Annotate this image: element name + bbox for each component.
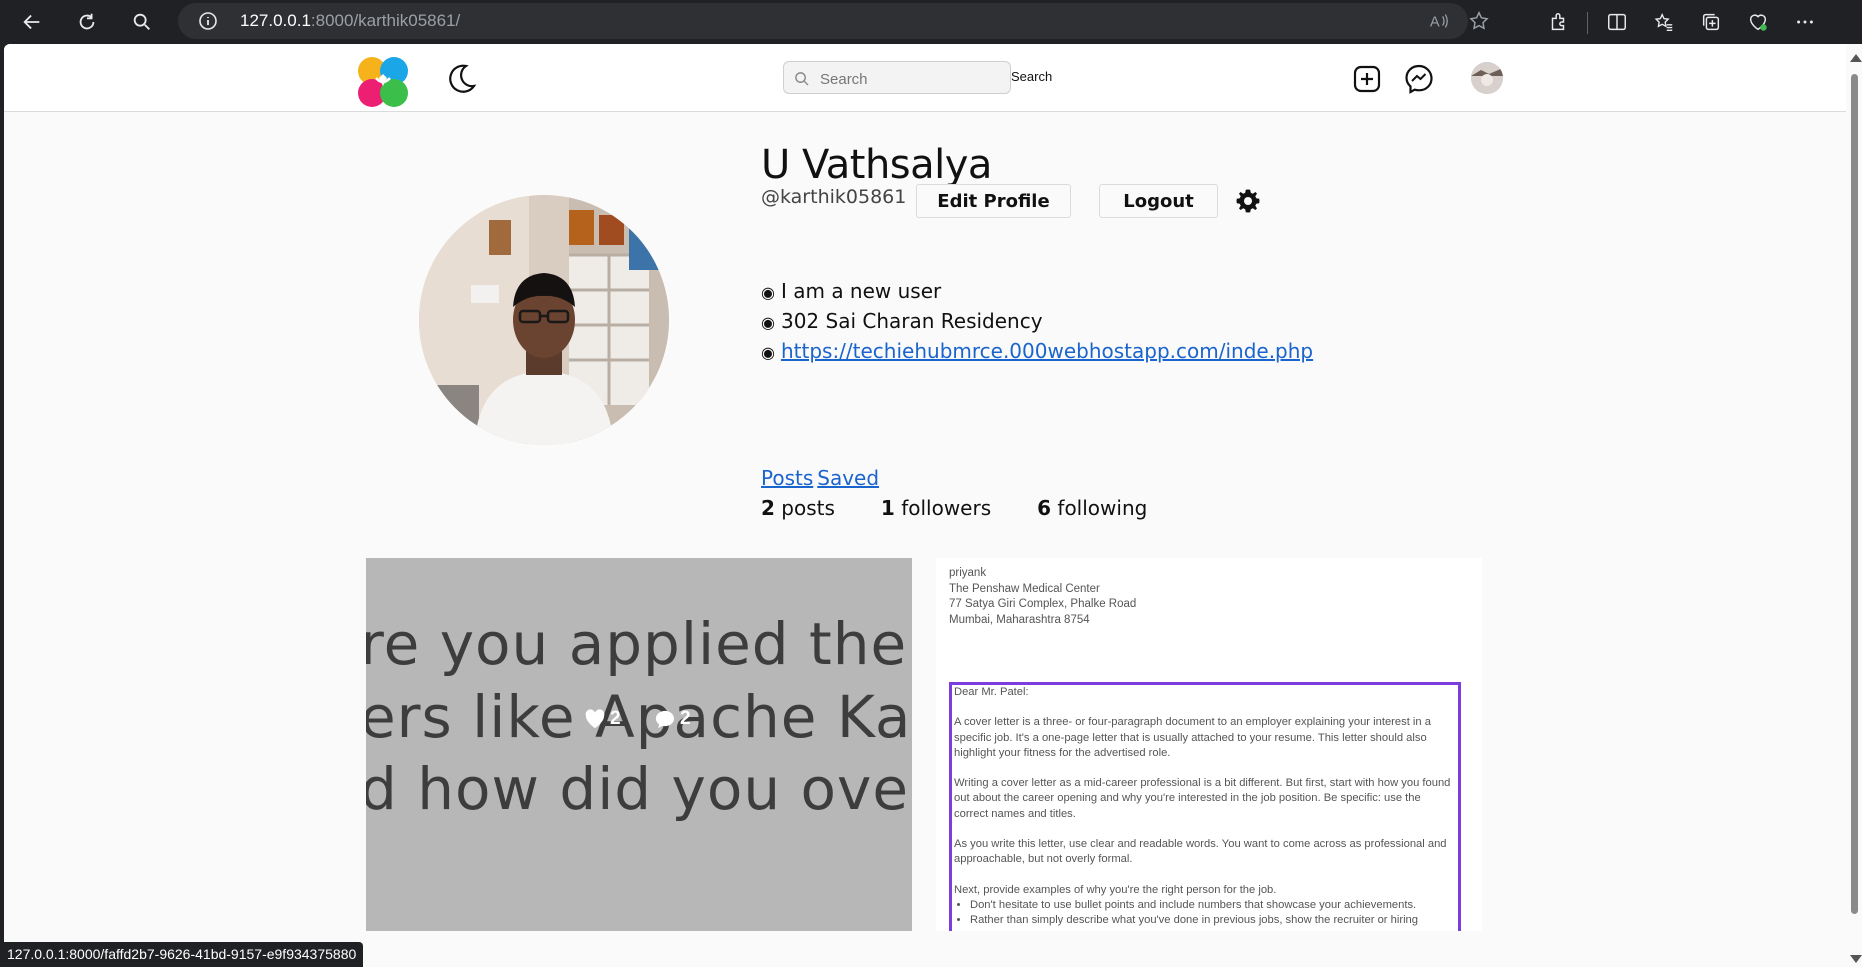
- moon-icon[interactable]: [444, 62, 478, 96]
- scrollbar[interactable]: [1846, 44, 1862, 967]
- profile-handle: @karthik05861: [761, 186, 907, 208]
- post-text-line: re you applied the p: [366, 610, 912, 678]
- letter-salutation: Dear Mr. Patel:: [954, 686, 1029, 698]
- bullet-icon: ◉: [761, 313, 775, 332]
- site-navbar: Search: [4, 44, 1846, 112]
- search-input[interactable]: [818, 66, 1007, 92]
- svg-text:A: A: [1430, 15, 1440, 31]
- posts-count-label: posts: [781, 496, 835, 520]
- following-count-label: following: [1057, 496, 1148, 520]
- url-host: 127.0.0.1: [240, 11, 311, 30]
- post-comments: 2: [654, 708, 691, 730]
- letter-bullets: Don't hesitate to use bullet points and …: [954, 898, 1456, 931]
- split-screen-icon[interactable]: [1604, 9, 1630, 35]
- read-aloud-icon[interactable]: A: [1428, 10, 1450, 32]
- followers-count[interactable]: 1 followers: [881, 496, 991, 520]
- reload-icon[interactable]: [74, 9, 100, 35]
- bullet-icon: ◉: [761, 343, 775, 362]
- messenger-icon[interactable]: [1403, 63, 1435, 95]
- favorites-icon[interactable]: [1651, 9, 1677, 35]
- comment-icon: [655, 710, 675, 729]
- letter-paragraph: As you write this letter, use clear and …: [954, 838, 1447, 866]
- page-viewport: Search Search U Vathsalya @karthik05861 …: [4, 44, 1846, 967]
- scroll-up-icon[interactable]: [1850, 54, 1862, 62]
- comments-count: 2: [680, 708, 691, 729]
- url-path: :8000/karthik05861/: [310, 11, 461, 30]
- website-link[interactable]: https://techiehubmrce.000webhostapp.com/…: [781, 339, 1313, 363]
- tab-posts[interactable]: Posts: [761, 466, 813, 490]
- posts-count: 2 posts: [761, 496, 835, 520]
- tab-saved[interactable]: Saved: [817, 466, 879, 490]
- search-icon: [795, 72, 809, 86]
- post-text-line: d how did you overc: [366, 755, 912, 823]
- bio-line: ◉ 302 Sai Charan Residency: [761, 306, 1313, 336]
- logout-button[interactable]: Logout: [1099, 184, 1218, 218]
- toolbar-separator: [1587, 12, 1588, 34]
- back-icon[interactable]: [19, 9, 45, 35]
- extensions-icon[interactable]: [1545, 9, 1571, 35]
- post-text-line: ers like Apache Kafk: [366, 683, 912, 751]
- bullet-icon: ◉: [761, 283, 775, 302]
- address-bar[interactable]: 127.0.0.1:8000/karthik05861/ A: [178, 3, 1489, 39]
- more-menu-icon[interactable]: [1792, 9, 1818, 35]
- following-count-value: 6: [1037, 496, 1052, 520]
- followers-count-label: followers: [901, 496, 992, 520]
- post-likes: 2: [584, 708, 621, 730]
- profile-tabs: Posts Saved: [761, 466, 883, 490]
- letter-line: The Penshaw Medical Center: [949, 582, 1100, 595]
- letter-line: priyank: [949, 567, 987, 579]
- profile-name: U Vathsalya: [761, 142, 992, 188]
- collections-icon[interactable]: [1698, 9, 1724, 35]
- letter-header: priyank The Penshaw Medical Center 77 Sa…: [949, 566, 1136, 628]
- likes-count: 2: [610, 708, 621, 729]
- letter-body: Dear Mr. Patel: A cover letter is a thre…: [949, 682, 1461, 931]
- favorite-star-icon[interactable]: [1468, 10, 1490, 32]
- letter-paragraph: Writing a cover letter as a mid-career p…: [954, 777, 1451, 820]
- profile-stats: 2 posts 1 followers 6 following: [761, 496, 1193, 520]
- posts-count-value: 2: [761, 496, 775, 520]
- search-box: [783, 61, 1011, 94]
- heart-icon: [585, 709, 605, 729]
- profile-picture[interactable]: [419, 195, 669, 445]
- bio-text: I am a new user: [780, 279, 942, 303]
- app-logo-icon[interactable]: [357, 56, 409, 108]
- letter-line: Mumbai, Maharashtra 8754: [949, 613, 1090, 626]
- search-icon[interactable]: [129, 9, 155, 35]
- following-count[interactable]: 6 following: [1037, 496, 1147, 520]
- browser-toolbar: 127.0.0.1:8000/karthik05861/ A: [0, 0, 1862, 44]
- scroll-down-icon[interactable]: [1850, 955, 1862, 963]
- letter-line: 77 Satya Giri Complex, Phalke Road: [949, 598, 1137, 610]
- url-text[interactable]: 127.0.0.1:8000/karthik05861/: [240, 11, 460, 31]
- bio-line: ◉ I am a new user: [761, 276, 1313, 306]
- browser-essentials-icon[interactable]: [1745, 9, 1771, 35]
- search-button[interactable]: Search: [1011, 69, 1052, 84]
- letter-bullet: Don't hesitate to use bullet points and …: [970, 898, 1456, 913]
- scroll-thumb[interactable]: [1851, 74, 1858, 914]
- bio-address: 302 Sai Charan Residency: [780, 309, 1043, 333]
- status-bar-url: 127.0.0.1:8000/faffd2b7-9626-41bd-9157-e…: [0, 942, 364, 967]
- edit-profile-button[interactable]: Edit Profile: [916, 184, 1071, 218]
- site-info-icon[interactable]: [198, 11, 218, 36]
- bio-line: ◉ https://techiehubmrce.000webhostapp.com…: [761, 336, 1313, 366]
- post-thumbnail[interactable]: re you applied the p ers like Apache Kaf…: [366, 558, 912, 931]
- avatar[interactable]: [1471, 62, 1503, 94]
- letter-paragraph: A cover letter is a three- or four-parag…: [954, 716, 1431, 759]
- letter-bullet: Rather than simply describe what you've …: [970, 913, 1456, 931]
- followers-count-value: 1: [880, 496, 895, 520]
- letter-paragraph: Next, provide examples of why you're the…: [954, 883, 1277, 896]
- gear-icon[interactable]: [1235, 188, 1261, 214]
- profile-bio: ◉ I am a new user ◉ 302 Sai Charan Residen…: [761, 276, 1313, 366]
- post-thumbnail[interactable]: priyank The Penshaw Medical Center 77 Sa…: [936, 558, 1482, 931]
- add-post-icon[interactable]: [1353, 65, 1381, 93]
